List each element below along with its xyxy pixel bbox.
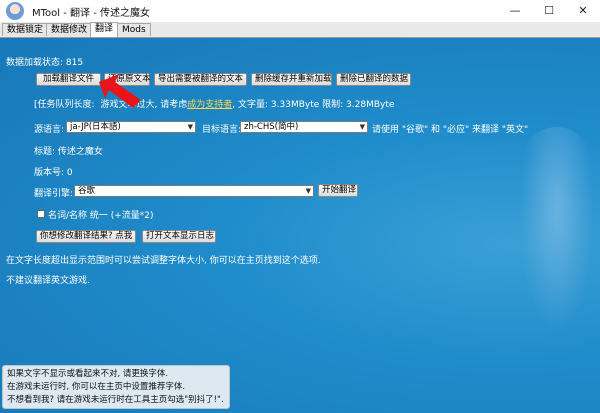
engine-select[interactable]: 谷歌 ▼ [74,185,314,197]
source-lang-label: 源语言: [34,125,65,135]
english-game-hint: 不建议翻译英文游戏. [6,276,90,286]
unify-names-label: 名词/名称 统一 (+流量*2) [48,211,154,221]
modify-translation-button[interactable]: 你想修改翻译结果? 点我 [36,230,136,243]
start-translation-button[interactable]: 开始翻译 [318,184,358,197]
window-title: MTool - 翻译 - 传述之魔女 [32,8,150,19]
tip-line-1: 如果文字不显示或看起来不对, 请更换字体. [7,369,169,379]
engine-label: 翻译引擎: [34,189,74,199]
target-lang-value: zh-CHS(简中) [244,122,299,132]
tab-translate[interactable]: 翻译 [90,22,119,37]
game-title: 标题: 传述之魔女 [34,147,103,157]
clear-cache-reload-button[interactable]: 删除缓存并重新加载 [251,73,332,86]
queue-notice-size: , 文字量: 3.33MByte 限制: 3.28MByte [232,100,395,110]
tab-data-lock[interactable]: 数据锁定 [2,23,49,36]
supporter-link[interactable]: 成为支持者 [187,100,232,110]
game-version: 版本号: 0 [34,168,73,178]
export-text-button[interactable]: 导出需要被翻译的文本 [154,73,247,86]
background-character-art [522,127,592,327]
unify-names-checkbox[interactable] [37,210,45,218]
maximize-button[interactable]: ☐ [532,0,566,22]
minimize-button[interactable]: — [498,0,532,22]
font-tip-box: 如果文字不显示或看起来不对, 请更换字体. 在游戏未运行时, 你可以在主页中设置… [2,365,230,409]
queue-notice-prefix: [任务队列长度: [34,100,95,110]
target-lang-label: 目标语言: [202,125,242,135]
title-bar: MTool - 翻译 - 传述之魔女 — ☐ ✕ [0,0,600,22]
open-text-log-button[interactable]: 打开文本显示日志 [142,230,216,243]
queue-notice: [任务队列长度: 游戏文本过大, 请考虑成为支持者, 文字量: 3.33MByte… [34,97,394,110]
target-lang-select[interactable]: zh-CHS(简中) ▼ [240,121,368,133]
load-status: 数据加载状态: 815 [6,58,84,68]
tab-strip: 数据锁定 数据修改 翻译 Mods [0,22,600,38]
close-button[interactable]: ✕ [566,0,600,22]
language-hint: 请使用 "谷歌" 和 "必应" 来翻译 "英文" [372,125,529,135]
tip-line-3: 不想看到我? 请在游戏未运行时在工具主页勾选"别抖了!". [7,395,224,405]
chevron-down-icon: ▼ [305,187,311,195]
load-translation-button[interactable]: 加载翻译文件 [36,73,101,86]
background-panel [0,37,600,413]
tab-data-modify[interactable]: 数据修改 [46,23,93,36]
engine-value: 谷歌 [78,186,96,196]
font-size-hint: 在文字长度超出显示范围时可以尝试调整字体大小, 你可以在主页找到这个选项. [6,256,321,266]
red-arrow-icon [99,74,141,108]
source-lang-select[interactable]: ja-JP(日本語) ▼ [66,121,196,133]
app-avatar-icon [6,2,24,20]
tip-line-2: 在游戏未运行时, 你可以在主页中设置推荐字体. [7,382,186,392]
delete-translated-data-button[interactable]: 删除已翻译的数据 [336,73,411,86]
tab-mods[interactable]: Mods [117,23,151,36]
chevron-down-icon: ▼ [359,123,365,131]
source-lang-value: ja-JP(日本語) [70,122,121,132]
chevron-down-icon: ▼ [187,123,193,131]
